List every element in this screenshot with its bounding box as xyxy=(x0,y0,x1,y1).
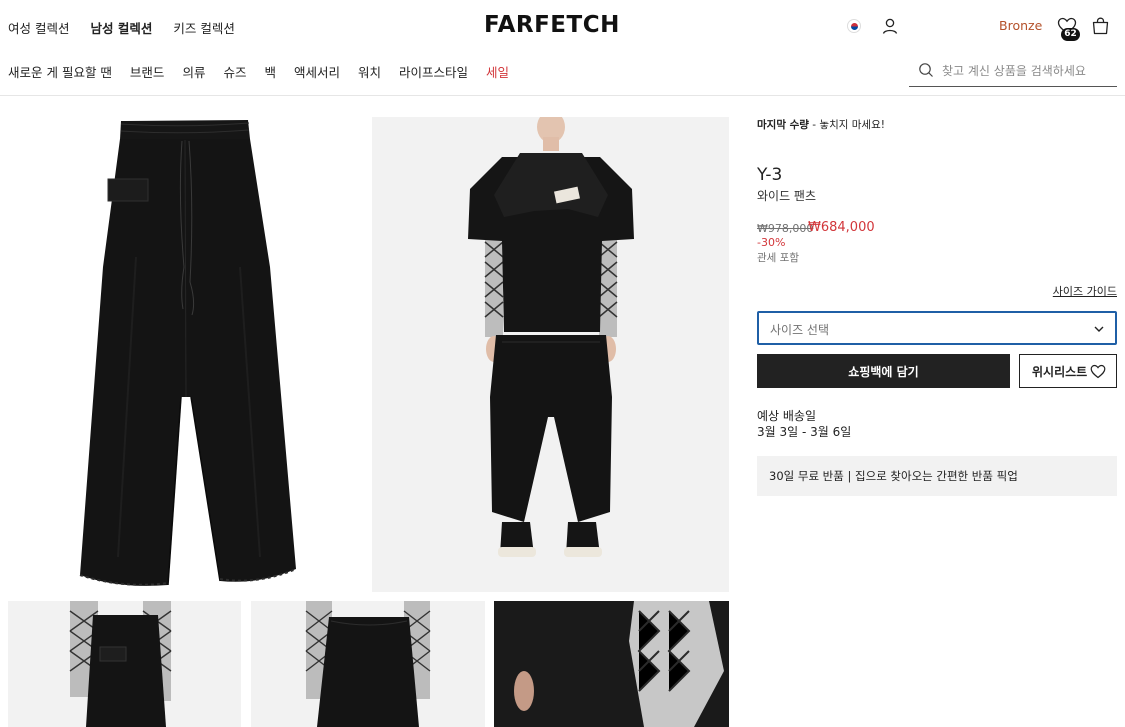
product-thumbnail-1[interactable] xyxy=(8,601,241,727)
product-thumbnail-2[interactable] xyxy=(251,601,485,727)
wide-pants-flat-image xyxy=(79,120,297,586)
add-to-bag-button[interactable]: 쇼핑백에 담기 xyxy=(757,354,1010,388)
category-nav: 새로운 게 필요할 땐 브랜드 의류 슈즈 백 액세서리 워치 라이프스타일 세… xyxy=(8,62,527,81)
wishlist-button[interactable]: 위시리스트 xyxy=(1019,354,1117,388)
nav-accessories[interactable]: 액세서리 xyxy=(294,62,340,81)
discount-percent: -30% xyxy=(757,236,786,249)
thumbnail-image-1 xyxy=(69,601,172,727)
nav-kids[interactable]: 키즈 컬렉션 xyxy=(173,18,234,37)
returns-text: 30일 무료 반품 | 집으로 찾아오는 간편한 반품 픽업 xyxy=(769,469,1018,483)
thumbnail-image-2 xyxy=(305,601,431,727)
size-guide-link[interactable]: 사이즈 가이드 xyxy=(1053,283,1117,299)
model-wearing-pants-image xyxy=(468,117,634,557)
korea-flag-icon[interactable] xyxy=(847,19,861,33)
low-stock-note: - 놓치지 마세요! xyxy=(808,119,885,131)
thumbnail-image-3 xyxy=(494,601,729,727)
site-header: 여성 컬렉션 남성 컬렉션 키즈 컬렉션 FARFETCH Bronze 62 … xyxy=(0,0,1125,96)
wishlist-button-label: 위시리스트 xyxy=(1032,364,1088,379)
low-stock-notice: 마지막 수량 - 놓치지 마세요! xyxy=(757,117,885,132)
nav-watches[interactable]: 워치 xyxy=(358,62,381,81)
nav-lifestyle[interactable]: 라이프스타일 xyxy=(399,62,468,81)
nav-shoes[interactable]: 슈즈 xyxy=(223,62,246,81)
delivery-dates: 3월 3일 - 3월 6일 xyxy=(757,425,852,439)
nav-men[interactable]: 남성 컬렉션 xyxy=(90,18,152,37)
original-price: ₩978,000 xyxy=(757,222,814,235)
nav-sale[interactable]: 세일 xyxy=(486,62,509,81)
low-stock-label: 마지막 수량 xyxy=(757,119,809,131)
user-icon[interactable] xyxy=(881,17,899,35)
product-thumbnail-3[interactable] xyxy=(494,601,729,727)
size-select-dropdown[interactable]: 사이즈 선택 xyxy=(757,311,1117,345)
product-image-model[interactable] xyxy=(372,117,729,592)
heart-icon xyxy=(1090,364,1106,379)
nav-new-in[interactable]: 새로운 게 필요할 땐 xyxy=(8,62,112,81)
chevron-down-icon xyxy=(1094,326,1104,332)
nav-brands[interactable]: 브랜드 xyxy=(130,62,165,81)
gender-nav: 여성 컬렉션 남성 컬렉션 키즈 컬렉션 xyxy=(8,18,235,37)
duty-note: 관세 포함 xyxy=(757,252,799,264)
returns-banner: 30일 무료 반품 | 집으로 찾아오는 간편한 반품 픽업 xyxy=(757,456,1117,496)
size-select-label: 사이즈 선택 xyxy=(770,323,830,337)
nav-clothing[interactable]: 의류 xyxy=(182,62,205,81)
product-image-main[interactable] xyxy=(8,117,363,592)
nav-bags[interactable]: 백 xyxy=(264,62,276,81)
wishlist-count-badge: 62 xyxy=(1061,28,1080,41)
search-input[interactable] xyxy=(942,61,1112,81)
delivery-label: 예상 배송일 xyxy=(757,409,817,423)
nav-women[interactable]: 여성 컬렉션 xyxy=(8,18,69,37)
product-brand[interactable]: Y-3 xyxy=(757,165,782,185)
farfetch-logo[interactable]: FARFETCH xyxy=(484,12,620,38)
search-icon[interactable] xyxy=(918,62,934,78)
loyalty-tier-link[interactable]: Bronze xyxy=(999,18,1042,33)
product-name: 와이드 팬츠 xyxy=(757,189,817,203)
search-bar xyxy=(909,56,1117,87)
sale-price: ₩684,000 xyxy=(808,220,875,235)
shopping-bag-icon[interactable] xyxy=(1092,17,1109,35)
